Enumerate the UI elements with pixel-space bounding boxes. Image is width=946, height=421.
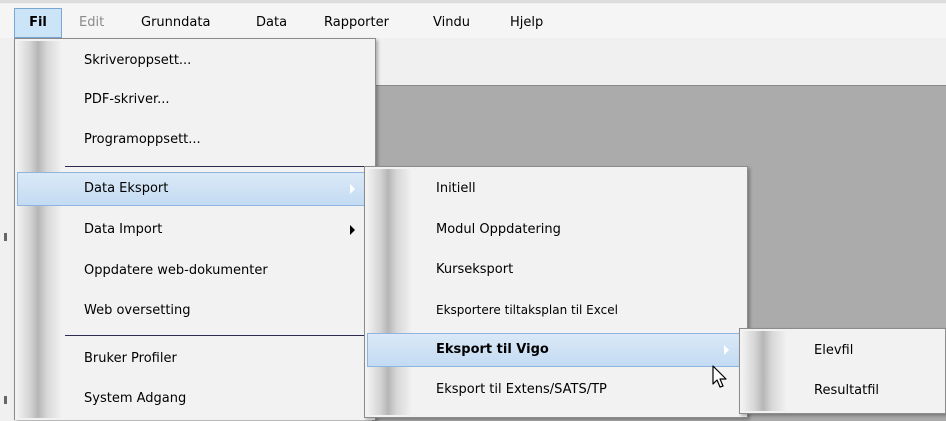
- menu-item-initiell[interactable]: Initiell: [367, 172, 745, 206]
- menu-item-label: Initiell: [436, 181, 476, 196]
- fil-menu: Skriveroppsett... PDF-skriver... Program…: [14, 38, 376, 420]
- menu-item-resultatfil[interactable]: Resultatfil: [742, 374, 943, 408]
- menu-hjelp[interactable]: Hjelp: [510, 8, 543, 38]
- menu-item-elevfil[interactable]: Elevfil: [742, 334, 943, 368]
- menu-rapporter[interactable]: Rapporter: [324, 8, 389, 38]
- menu-item-eksport-til-vigo[interactable]: Eksport til Vigo: [367, 333, 745, 367]
- menu-item-label: Eksportere tiltaksplan til Excel: [436, 303, 618, 317]
- edge-mark: [4, 396, 7, 404]
- mouse-pointer-icon: [712, 365, 727, 388]
- menu-item-eksportere-tiltaksplan[interactable]: Eksportere tiltaksplan til Excel: [367, 293, 745, 327]
- data-eksport-submenu: Initiell Modul Oppdatering Kurseksport E…: [364, 166, 748, 418]
- menu-item-label: Kurseksport: [436, 262, 514, 277]
- menu-item-oppdatere-web-dokumenter[interactable]: Oppdatere web-dokumenter: [17, 254, 373, 288]
- menu-vindu[interactable]: Vindu: [433, 8, 470, 38]
- chevron-right-icon: [724, 345, 729, 355]
- toolbar-area: [372, 38, 946, 85]
- menu-separator: [65, 166, 371, 167]
- menu-item-label: Data Import: [84, 222, 163, 237]
- menu-data[interactable]: Data: [256, 8, 287, 38]
- menu-item-web-oversetting[interactable]: Web oversetting: [17, 294, 373, 328]
- menu-item-eksport-til-extens[interactable]: Eksport til Extens/SATS/TP: [367, 373, 745, 407]
- edge-mark: [4, 233, 7, 241]
- menu-item-modul-oppdatering[interactable]: Modul Oppdatering: [367, 213, 745, 247]
- menu-item-skriveroppsett[interactable]: Skriveroppsett...: [17, 44, 373, 78]
- menu-item-bruker-profiler[interactable]: Bruker Profiler: [17, 342, 373, 376]
- menu-item-label: Skriveroppsett...: [84, 53, 192, 68]
- window-left-edge: [0, 38, 12, 420]
- menu-item-label: Data Eksport: [84, 181, 169, 196]
- menu-item-label: Oppdatere web-dokumenter: [84, 263, 268, 278]
- menu-item-label: Eksport til Vigo: [436, 342, 549, 357]
- menu-bar: Fil Edit Grunndata Data Rapporter Vindu …: [0, 4, 946, 38]
- menu-item-kurseksport[interactable]: Kurseksport: [367, 253, 745, 287]
- menu-item-label: Modul Oppdatering: [436, 222, 561, 237]
- menu-item-label: Elevfil: [814, 343, 854, 358]
- window-top-border: [0, 0, 946, 3]
- menu-item-system-adgang[interactable]: System Adgang: [17, 382, 373, 416]
- menu-item-label: Programoppsett...: [84, 132, 201, 147]
- chevron-right-icon: [350, 225, 355, 235]
- menu-item-pdf-skriver[interactable]: PDF-skriver...: [17, 83, 373, 117]
- menu-item-label: Web oversetting: [84, 303, 191, 318]
- menu-item-label: System Adgang: [84, 391, 187, 406]
- chevron-right-icon: [350, 184, 355, 194]
- menu-item-label: Eksport til Extens/SATS/TP: [436, 382, 607, 397]
- menu-edit[interactable]: Edit: [79, 8, 104, 38]
- menu-item-label: Bruker Profiler: [84, 351, 177, 366]
- menu-item-data-eksport[interactable]: Data Eksport: [17, 172, 373, 206]
- menu-grunndata[interactable]: Grunndata: [141, 8, 210, 38]
- menu-item-label: PDF-skriver...: [84, 92, 170, 107]
- menu-separator: [65, 335, 371, 336]
- vigo-submenu: Elevfil Resultatfil: [739, 328, 946, 414]
- menu-item-programoppsett[interactable]: Programoppsett...: [17, 123, 373, 157]
- menu-item-data-import[interactable]: Data Import: [17, 213, 373, 247]
- menu-fil[interactable]: Fil: [14, 8, 62, 38]
- menu-item-label: Resultatfil: [814, 383, 880, 398]
